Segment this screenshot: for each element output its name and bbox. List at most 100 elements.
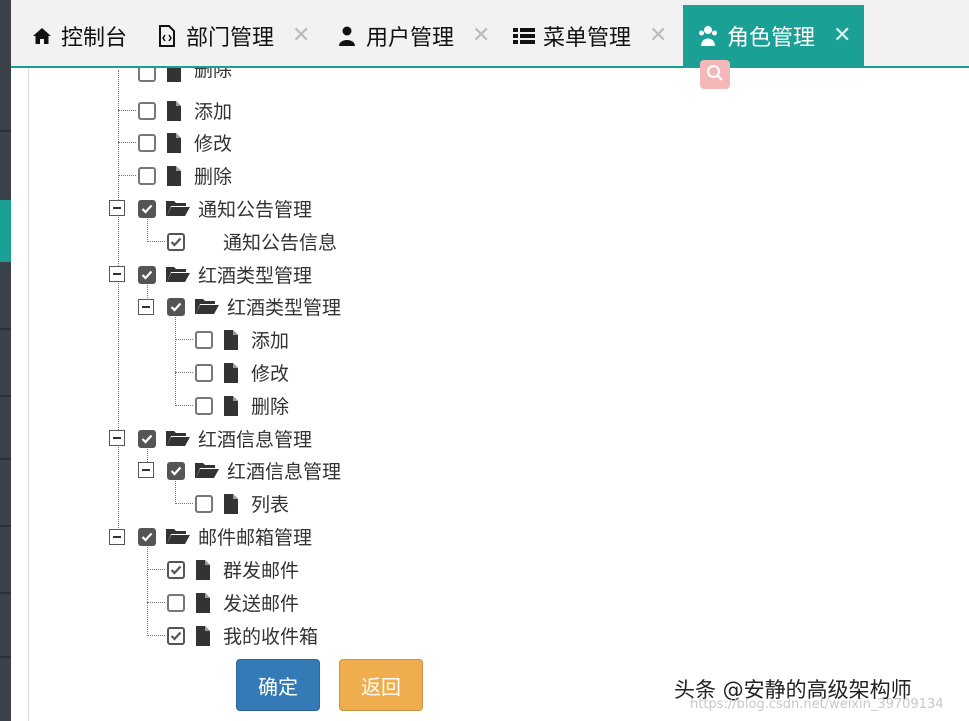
- back-button[interactable]: 返回: [339, 659, 423, 711]
- tree-connector: [147, 545, 148, 636]
- checkbox[interactable]: [195, 494, 213, 513]
- folder-open-icon: [166, 265, 190, 285]
- tab-label: 用户管理: [366, 25, 455, 51]
- close-icon[interactable]: ✕: [472, 23, 490, 48]
- tab-department[interactable]: 部门管理 ✕: [156, 5, 310, 66]
- checkbox-checked[interactable]: [138, 265, 156, 284]
- file-icon: [223, 493, 243, 514]
- collapse-toggle[interactable]: [109, 266, 125, 282]
- user-icon: [336, 25, 358, 47]
- tree-node[interactable]: 发送邮件: [167, 586, 299, 619]
- tree-node[interactable]: 红酒信息管理: [138, 422, 312, 455]
- tab-dashboard[interactable]: 控制台: [31, 5, 127, 66]
- checkbox[interactable]: [138, 68, 156, 82]
- checkbox-checked[interactable]: [167, 232, 185, 251]
- tree-connector: [118, 70, 119, 538]
- file-icon: [223, 329, 243, 350]
- checkbox-checked[interactable]: [138, 527, 156, 546]
- tree-node[interactable]: 通知公告信息: [167, 225, 337, 258]
- checkbox[interactable]: [195, 363, 213, 382]
- tab-user[interactable]: 用户管理 ✕: [336, 5, 490, 66]
- checkbox[interactable]: [195, 396, 213, 415]
- collapse-toggle[interactable]: [109, 430, 125, 446]
- tree-node-label: 通知公告信息: [223, 232, 338, 254]
- users-icon: [697, 25, 719, 47]
- tree-node[interactable]: 群发邮件: [167, 553, 299, 586]
- collapse-toggle[interactable]: [109, 200, 125, 216]
- sidebar-divider: [0, 328, 11, 330]
- checkbox-checked[interactable]: [167, 626, 185, 645]
- checkbox-checked[interactable]: [138, 429, 156, 448]
- tree-node[interactable]: 删除: [138, 159, 232, 192]
- blank-icon: [195, 232, 215, 252]
- tree-node-cut: 删除: [138, 68, 232, 82]
- folder-open-icon: [166, 527, 190, 547]
- file-icon: [223, 395, 243, 416]
- tree-node-label: 列表: [251, 494, 290, 516]
- close-icon[interactable]: ✕: [833, 23, 851, 48]
- folder-open-icon: [195, 461, 219, 481]
- confirm-button[interactable]: 确定: [236, 659, 320, 711]
- collapse-toggle[interactable]: [138, 462, 154, 478]
- tree-connector: [118, 110, 136, 111]
- checkbox-checked[interactable]: [138, 199, 156, 218]
- file-icon: [223, 362, 243, 383]
- tree-node-label: 添加: [194, 101, 233, 123]
- tree-node-label: 红酒信息管理: [227, 461, 342, 483]
- tree-node[interactable]: 列表: [195, 487, 289, 520]
- tree-node[interactable]: 通知公告管理: [138, 192, 312, 225]
- file-icon: [166, 100, 186, 121]
- tree-node[interactable]: 添加: [195, 323, 289, 356]
- close-icon[interactable]: ✕: [292, 23, 310, 48]
- tree-node[interactable]: 修改: [195, 356, 289, 389]
- folder-open-icon: [195, 297, 219, 317]
- tree-node-label: 添加: [251, 330, 290, 352]
- list-icon: [513, 25, 535, 47]
- tree-node[interactable]: 我的收件箱: [167, 619, 318, 652]
- checkbox[interactable]: [167, 593, 185, 612]
- close-icon[interactable]: ✕: [649, 23, 667, 48]
- tree-connector: [147, 635, 165, 636]
- sidebar-divider: [0, 458, 11, 460]
- collapse-toggle[interactable]: [109, 529, 125, 545]
- sidebar-divider: [0, 130, 11, 132]
- tree-node[interactable]: 添加: [138, 94, 232, 127]
- code-file-icon: [156, 24, 178, 47]
- tree-node-label: 删除: [194, 166, 233, 188]
- tab-bar: 控制台 部门管理 ✕ 用户管理 ✕ 菜单管理 ✕ 角色管理 ✕: [11, 0, 969, 68]
- checkbox[interactable]: [195, 330, 213, 349]
- tree-node[interactable]: 红酒类型管理: [167, 290, 341, 323]
- tree-node-label: 群发邮件: [223, 560, 300, 582]
- tree-node-label: 红酒信息管理: [198, 429, 313, 451]
- tree-node-label: 删除: [194, 68, 233, 81]
- folder-open-icon: [166, 429, 190, 449]
- file-icon: [195, 625, 215, 646]
- sidebar-active-indicator: [0, 200, 11, 262]
- tree-node-label: 红酒类型管理: [227, 297, 342, 319]
- tree-node[interactable]: 红酒信息管理: [167, 454, 341, 487]
- checkbox[interactable]: [138, 101, 156, 120]
- tree-node-label: 发送邮件: [223, 593, 300, 615]
- checkbox-checked[interactable]: [167, 560, 185, 579]
- checkbox[interactable]: [138, 166, 156, 185]
- checkbox-checked[interactable]: [167, 297, 185, 316]
- tree-connector: [175, 339, 193, 340]
- tree-node-label: 通知公告管理: [198, 199, 313, 221]
- tree-node[interactable]: 删除: [195, 389, 289, 422]
- tab-role[interactable]: 角色管理 ✕: [683, 5, 864, 66]
- checkbox[interactable]: [138, 133, 156, 152]
- tree-node-label: 修改: [251, 363, 290, 385]
- sidebar-divider: [0, 592, 11, 594]
- file-icon: [166, 68, 186, 82]
- tree-node[interactable]: 红酒类型管理: [138, 258, 312, 291]
- tree-node-label: 红酒类型管理: [198, 265, 313, 287]
- tree-node[interactable]: 邮件邮箱管理: [138, 520, 312, 553]
- file-icon: [166, 165, 186, 186]
- tree-node-label: 修改: [194, 133, 233, 155]
- sidebar-divider: [0, 656, 11, 658]
- tab-menu[interactable]: 菜单管理 ✕: [513, 5, 667, 66]
- checkbox-checked[interactable]: [167, 461, 185, 480]
- collapse-toggle[interactable]: [138, 299, 154, 315]
- tab-label: 控制台: [61, 25, 128, 51]
- tree-node[interactable]: 修改: [138, 126, 232, 159]
